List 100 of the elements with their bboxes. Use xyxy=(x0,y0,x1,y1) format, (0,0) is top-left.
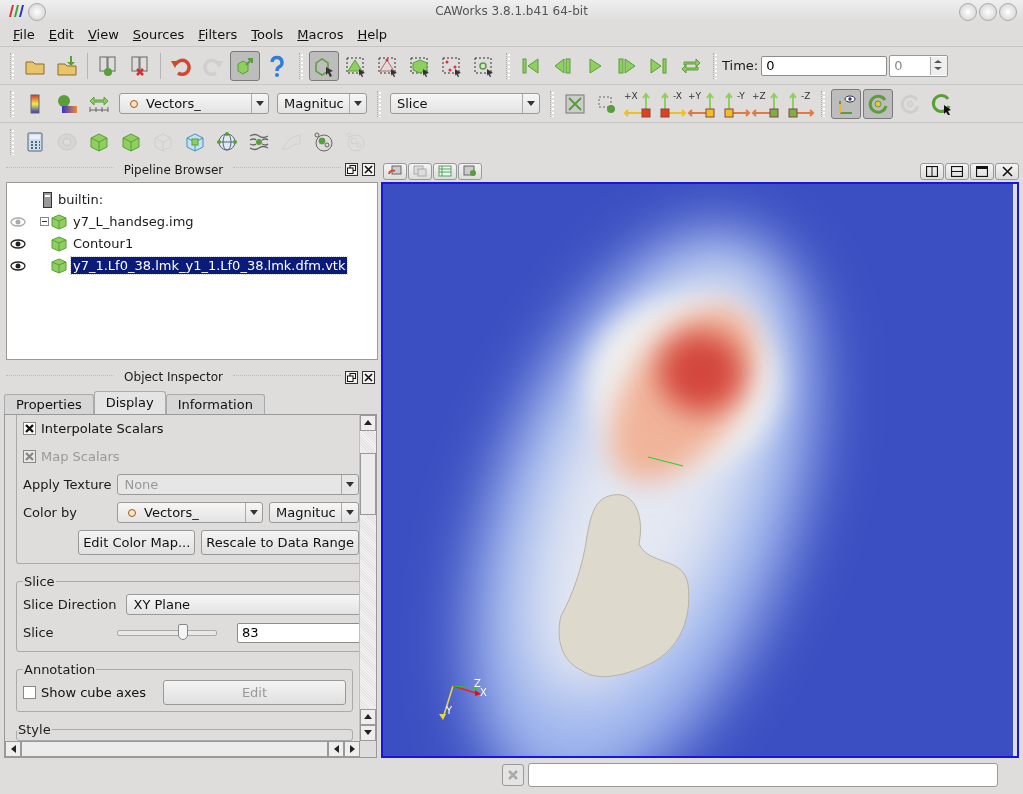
cube-icon xyxy=(51,235,67,252)
pipeline-item[interactable]: Contour1 xyxy=(71,235,136,253)
close-view-button[interactable] xyxy=(995,162,1019,180)
cube-icon xyxy=(51,257,67,274)
pipeline-item[interactable]: builtin: xyxy=(56,191,106,209)
component-dropdown[interactable]: Magnituc xyxy=(269,502,359,524)
checkbox[interactable] xyxy=(23,686,36,700)
split-vertical-button[interactable] xyxy=(945,162,969,180)
action-button[interactable]: Rescale to Data Range xyxy=(201,530,359,556)
app-logo-icon xyxy=(6,5,24,17)
sphere-legend-icon xyxy=(56,92,78,115)
toolbar-button[interactable] xyxy=(309,50,339,81)
menu-item[interactable]: Macros xyxy=(290,24,351,44)
close-button[interactable] xyxy=(362,163,375,177)
float-icon xyxy=(347,165,356,175)
menu-item[interactable]: Help xyxy=(350,24,395,44)
field-label: Slice xyxy=(23,625,55,641)
float-button[interactable] xyxy=(345,163,358,177)
maximize-view-button[interactable] xyxy=(970,162,994,180)
view-button[interactable] xyxy=(433,162,457,180)
minimize-button[interactable] xyxy=(959,3,977,21)
pipeline-item[interactable]: y7_L_handseg.img xyxy=(71,213,196,231)
float-button[interactable] xyxy=(345,370,358,384)
up-arrow-icon xyxy=(364,420,372,426)
render-view[interactable]: Z X Y xyxy=(381,182,1019,758)
checkbox-label[interactable]: Show cube axes xyxy=(23,685,157,701)
close-icon xyxy=(364,372,373,382)
split-horizontal-icon xyxy=(926,165,938,177)
scrollbar-thumb[interactable] xyxy=(360,453,376,515)
field-label: Apply Texture xyxy=(23,477,112,493)
slice-field[interactable]: 83 xyxy=(237,623,359,643)
field-label: Slice Direction xyxy=(23,597,117,613)
view-direction-button[interactable]: -X xyxy=(655,88,687,119)
representation-dropdown[interactable]: Slice xyxy=(390,93,540,114)
menu-item[interactable]: Edit xyxy=(41,24,81,44)
view-direction-button[interactable]: -Y xyxy=(719,88,751,119)
left-arrow-icon xyxy=(333,745,339,753)
array-dropdown[interactable]: Vectors_ xyxy=(117,502,263,524)
points-dashed-icon xyxy=(377,54,399,77)
close-icon xyxy=(1001,165,1013,177)
eye-icon[interactable] xyxy=(10,260,26,271)
split-horizontal-button[interactable] xyxy=(920,162,944,180)
close-button[interactable] xyxy=(362,370,375,384)
panel-title: Object Inspector xyxy=(123,370,224,385)
window-title: CAWorks 3.8.1.b41 64-bit xyxy=(435,4,588,18)
caret-icon xyxy=(256,101,264,106)
view-button[interactable] xyxy=(383,162,407,180)
vertical-scrollbar[interactable] xyxy=(359,415,376,741)
tab[interactable]: Properties xyxy=(4,394,94,414)
float-icon xyxy=(347,372,356,382)
time-label: Time: xyxy=(722,58,759,73)
pipeline-item[interactable]: y7_1.Lf0_38.lmk_y1_1.Lf0_38.lmk.dfm.vtk xyxy=(71,257,348,275)
close-window-button[interactable] xyxy=(999,3,1017,21)
view-direction-button[interactable]: +Y xyxy=(687,88,719,119)
expand-arrows-icon xyxy=(564,92,586,115)
panel-title: Pipeline Browser xyxy=(122,162,225,177)
globe-icon xyxy=(216,130,238,153)
group-title: Style xyxy=(17,722,52,737)
down-arrow-icon xyxy=(364,730,372,736)
tab[interactable]: Information xyxy=(165,394,265,414)
triangle-dashed-icon xyxy=(345,54,367,77)
maximize-button[interactable] xyxy=(979,3,997,21)
time-field[interactable]: 0 xyxy=(761,55,888,76)
axis-label: Z xyxy=(474,678,481,689)
direction-dropdown[interactable]: XY Plane xyxy=(126,594,359,616)
time-step-spinbox[interactable]: 0 xyxy=(889,54,949,77)
menu-item[interactable]: Filters xyxy=(191,24,245,44)
caret-icon xyxy=(346,510,354,516)
right-arrow-icon xyxy=(349,745,355,753)
dots-dashed-icon xyxy=(441,54,463,77)
component-dropdown[interactable]: Magnituc xyxy=(277,93,367,114)
menu-item[interactable]: Sources xyxy=(125,24,192,44)
caret-icon xyxy=(527,101,535,106)
abort-button[interactable] xyxy=(502,764,524,786)
caret-icon xyxy=(354,101,362,106)
checkbox[interactable] xyxy=(23,422,36,436)
action-button[interactable]: Edit Color Map... xyxy=(78,530,196,556)
target-rotate-icon xyxy=(867,92,889,115)
maximize-icon xyxy=(976,165,988,177)
view-button[interactable] xyxy=(408,162,432,180)
point-data-icon xyxy=(128,509,136,517)
menu-item[interactable]: Tools xyxy=(244,24,291,44)
rotate-cursor-icon xyxy=(931,92,953,115)
menu-item[interactable]: File xyxy=(6,24,42,44)
view-direction-button[interactable]: +X xyxy=(623,88,655,119)
eye-icon[interactable] xyxy=(10,238,26,249)
point-data-icon xyxy=(130,99,138,108)
tab[interactable]: Display xyxy=(93,391,166,414)
slider-thumb[interactable] xyxy=(177,624,188,640)
view-direction-button[interactable]: -Z xyxy=(783,88,815,119)
array-dropdown[interactable]: Vectors_ xyxy=(119,93,269,114)
capture-icon xyxy=(463,165,477,177)
window-menu-button[interactable] xyxy=(28,3,46,21)
group-title: Slice xyxy=(23,574,56,589)
view-direction-button[interactable]: +Z xyxy=(751,88,783,119)
checkbox-label[interactable]: Interpolate Scalars xyxy=(23,421,164,437)
menu-item[interactable]: View xyxy=(80,24,126,44)
view-button[interactable] xyxy=(458,162,482,180)
cube-dashed-icon xyxy=(409,54,431,77)
collapse-toggle[interactable] xyxy=(40,217,49,227)
